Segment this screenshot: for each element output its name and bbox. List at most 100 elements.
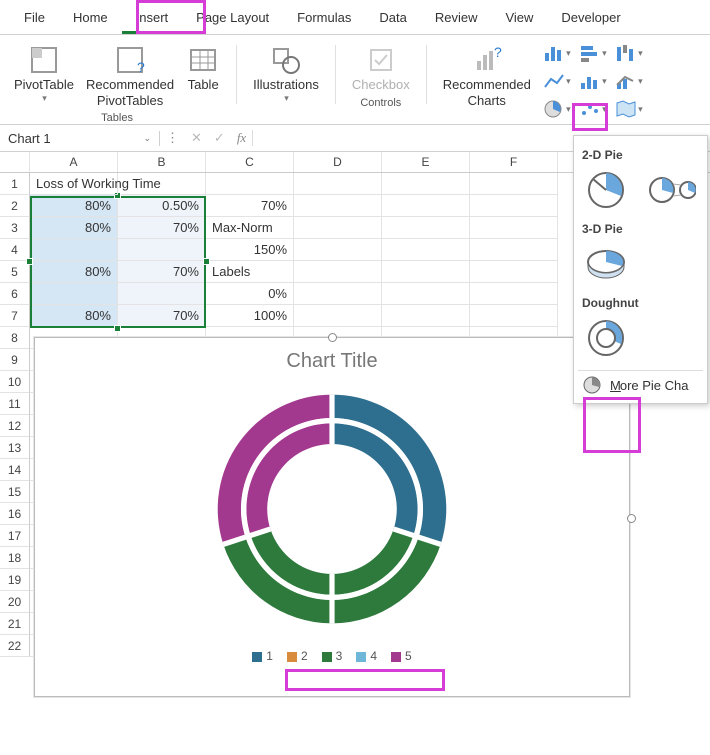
row-header[interactable]: 8 [0, 327, 30, 349]
cell[interactable] [382, 261, 470, 283]
map-chart-button[interactable]: ▾ [615, 97, 643, 121]
row-header[interactable]: 10 [0, 371, 30, 393]
cell[interactable] [382, 173, 470, 195]
cell[interactable] [294, 261, 382, 283]
cell[interactable]: 100% [206, 305, 294, 327]
selection-handle[interactable] [26, 258, 33, 265]
col-header[interactable]: D [294, 152, 382, 172]
tab-review[interactable]: Review [421, 4, 492, 34]
waterfall-chart-button[interactable]: ▾ [615, 41, 643, 65]
row-header[interactable]: 16 [0, 503, 30, 525]
cell[interactable]: 70% [118, 261, 206, 283]
tab-file[interactable]: File [10, 4, 59, 34]
pivot-table-button[interactable]: PivotTable ▾ [8, 41, 80, 110]
cell[interactable] [382, 283, 470, 305]
pie-of-pie-option[interactable] [648, 168, 696, 212]
cell[interactable]: 150% [206, 239, 294, 261]
cell[interactable] [118, 283, 206, 305]
vertical-dots-icon[interactable]: ⋮ [160, 125, 185, 151]
cell[interactable] [294, 305, 382, 327]
row-header[interactable]: 9 [0, 349, 30, 371]
cell[interactable] [294, 195, 382, 217]
pie-chart-button[interactable]: ▾ [543, 97, 571, 121]
scatter-chart-button[interactable]: ▾ [579, 97, 607, 121]
row-header[interactable]: 2 [0, 195, 30, 217]
tab-home[interactable]: Home [59, 4, 122, 34]
row-header[interactable]: 18 [0, 547, 30, 569]
cell[interactable] [30, 239, 118, 261]
cell[interactable] [470, 217, 558, 239]
row-header[interactable]: 21 [0, 613, 30, 635]
selection-handle[interactable] [203, 258, 210, 265]
tab-formulas[interactable]: Formulas [283, 4, 365, 34]
col-header[interactable]: B [118, 152, 206, 172]
cell[interactable]: 0% [206, 283, 294, 305]
doughnut-plot-area[interactable] [35, 379, 629, 639]
cell[interactable] [470, 195, 558, 217]
column-chart-button[interactable]: ▾ [543, 41, 571, 65]
row-header[interactable]: 19 [0, 569, 30, 591]
cancel-formula-button[interactable]: ✕ [185, 125, 208, 151]
chart-title[interactable]: Chart Title [35, 350, 629, 373]
cell[interactable]: Max-Norm [206, 217, 294, 239]
tab-view[interactable]: View [491, 4, 547, 34]
cell[interactable]: 70% [206, 195, 294, 217]
cell[interactable]: 80% [30, 261, 118, 283]
cell[interactable]: 70% [118, 217, 206, 239]
chart-resize-handle[interactable] [328, 333, 337, 342]
doughnut-option[interactable] [582, 316, 630, 360]
illustrations-button[interactable]: Illustrations ▾ [247, 41, 325, 105]
cell[interactable] [118, 239, 206, 261]
row-header[interactable]: 6 [0, 283, 30, 305]
tab-data[interactable]: Data [365, 4, 420, 34]
row-header[interactable]: 3 [0, 217, 30, 239]
cell[interactable] [294, 217, 382, 239]
cell[interactable]: 80% [30, 217, 118, 239]
row-header[interactable]: 12 [0, 415, 30, 437]
selection-handle[interactable] [114, 325, 121, 332]
cell[interactable] [382, 217, 470, 239]
embedded-chart[interactable]: Chart Title [34, 337, 630, 697]
name-box[interactable]: Chart 1 ⌄ [0, 131, 160, 146]
row-header[interactable]: 14 [0, 459, 30, 481]
col-header[interactable]: A [30, 152, 118, 172]
fx-icon[interactable]: fx [231, 125, 252, 151]
row-header[interactable]: 7 [0, 305, 30, 327]
cell[interactable]: Loss of Working Time [30, 173, 118, 195]
cell[interactable] [470, 305, 558, 327]
cell[interactable] [382, 195, 470, 217]
tab-developer[interactable]: Developer [547, 4, 634, 34]
bar-chart-button[interactable]: ▾ [579, 41, 607, 65]
row-header[interactable]: 13 [0, 437, 30, 459]
cell[interactable] [382, 239, 470, 261]
more-pie-charts-button[interactable]: More Pie Cha [582, 375, 699, 395]
accept-formula-button[interactable]: ✓ [208, 125, 231, 151]
combo-chart-button[interactable]: ▾ [615, 69, 643, 93]
cell[interactable] [294, 173, 382, 195]
pie-3d-option[interactable] [582, 242, 630, 286]
cell[interactable] [206, 173, 294, 195]
cell[interactable] [470, 239, 558, 261]
cell[interactable]: 70% [118, 305, 206, 327]
tab-page-layout[interactable]: Page Layout [182, 4, 283, 34]
select-all-triangle[interactable] [0, 152, 30, 172]
row-header[interactable]: 22 [0, 635, 30, 657]
stat-chart-button[interactable]: ▾ [579, 69, 607, 93]
recommended-charts-button[interactable]: ? Recommended Charts [437, 41, 537, 110]
cell[interactable] [382, 305, 470, 327]
col-header[interactable]: E [382, 152, 470, 172]
cell[interactable]: Labels [206, 261, 294, 283]
col-header[interactable]: F [470, 152, 558, 172]
row-header[interactable]: 11 [0, 393, 30, 415]
recommended-pivot-button[interactable]: ? Recommended PivotTables [80, 41, 180, 110]
pie-2d-option[interactable] [582, 168, 630, 212]
row-header[interactable]: 17 [0, 525, 30, 547]
cell[interactable] [294, 239, 382, 261]
cell[interactable] [294, 283, 382, 305]
col-header[interactable]: C [206, 152, 294, 172]
tab-insert[interactable]: Insert [122, 4, 183, 34]
chart-legend[interactable]: 1 2 3 4 5 [35, 649, 629, 663]
cell[interactable] [470, 283, 558, 305]
cell[interactable]: 80% [30, 305, 118, 327]
row-header[interactable]: 15 [0, 481, 30, 503]
